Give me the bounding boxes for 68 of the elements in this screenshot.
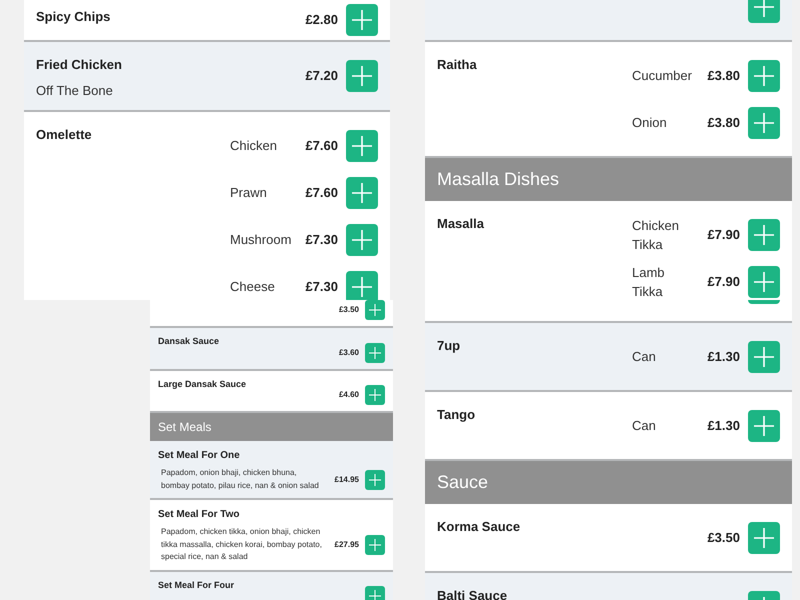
item-name: Large Dansak Sauce xyxy=(158,378,248,391)
price: £7.90 xyxy=(706,226,740,244)
plus-icon xyxy=(754,66,774,86)
plus-icon xyxy=(352,276,372,296)
plus-icon xyxy=(754,112,774,132)
plus-icon xyxy=(754,346,774,366)
item-name: Omelette xyxy=(36,126,92,144)
plus-icon xyxy=(754,224,774,244)
plus-icon xyxy=(754,272,774,292)
plus-icon xyxy=(754,528,774,548)
variant-label: Can xyxy=(632,417,657,435)
variant-label: Cheese xyxy=(230,278,276,296)
plus-icon xyxy=(352,230,372,250)
price: £1.30 xyxy=(706,348,740,366)
price: £7.60 xyxy=(304,184,338,202)
variant-label: Can xyxy=(632,348,657,366)
section-header: Sauce xyxy=(425,461,792,504)
price: £4.60 xyxy=(338,389,359,401)
price: £7.20 xyxy=(304,66,338,85)
price: £7.30 xyxy=(304,278,338,296)
variant-label: Cucumber xyxy=(632,67,692,85)
item-name: Dansak Sauce xyxy=(158,335,220,348)
variant-label: Chicken xyxy=(230,137,278,155)
price: £7.90 xyxy=(706,272,740,291)
variant-label: Prawn xyxy=(230,184,268,202)
section-header: Set Meals xyxy=(150,413,393,441)
price: £1.30 xyxy=(706,416,740,435)
price: £3.60 xyxy=(338,346,359,358)
plus-icon xyxy=(369,538,381,551)
item-description: Papadom, chicken tikka, onion bhaji, chicken tikka massalla, chicken korai, bombay potato, special rice, nan & salad xyxy=(160,526,323,563)
plus-icon xyxy=(754,416,774,436)
plus-icon xyxy=(352,10,372,30)
plus-icon xyxy=(352,136,372,156)
item-name: 7up xyxy=(437,337,460,355)
price: £2.80 xyxy=(304,11,338,30)
price: £3.80 xyxy=(706,114,740,132)
plus-icon xyxy=(369,389,381,401)
item-name: Korma Sauce xyxy=(437,518,520,536)
plus-icon xyxy=(352,66,372,86)
plus-icon xyxy=(369,346,381,358)
item-name: Masalla xyxy=(437,215,484,233)
price: £7.30 xyxy=(304,230,338,249)
item-name: Fried Chicken xyxy=(36,56,122,74)
plus-icon xyxy=(754,0,774,16)
plus-icon xyxy=(369,304,381,316)
item-description: Off The Bone xyxy=(36,82,114,100)
price: £3.80 xyxy=(706,66,740,85)
variant-label: Onion xyxy=(632,114,668,132)
plus-icon xyxy=(352,182,372,202)
item-description: Papadom, onion bhaji, chicken bhuna, bombay potato, pilau rice, nan & onion salad xyxy=(160,467,320,492)
item-name: Tango xyxy=(437,406,476,424)
item-name: Set Meal For One xyxy=(158,449,241,463)
variant-label: Lamb Tikka xyxy=(632,264,666,300)
item-name: Set Meal For Two xyxy=(158,508,240,522)
price: £27.95 xyxy=(334,538,359,551)
item-name: Raitha xyxy=(437,56,477,74)
price: £3.50 xyxy=(338,304,359,316)
price: £14.95 xyxy=(334,474,359,486)
item-name: Set Meal For Four xyxy=(158,578,236,592)
item-name: Balti Sauce xyxy=(437,587,508,600)
plus-icon xyxy=(369,590,381,600)
price: £3.50 xyxy=(706,528,740,547)
variant-label: Chicken Tikka xyxy=(632,216,680,254)
price: £7.60 xyxy=(304,136,338,155)
variant-label: Mushroom xyxy=(230,231,290,249)
plus-icon xyxy=(369,474,381,486)
item-name: Spicy Chips xyxy=(36,8,110,26)
section-header: Masalla Dishes xyxy=(425,158,792,201)
